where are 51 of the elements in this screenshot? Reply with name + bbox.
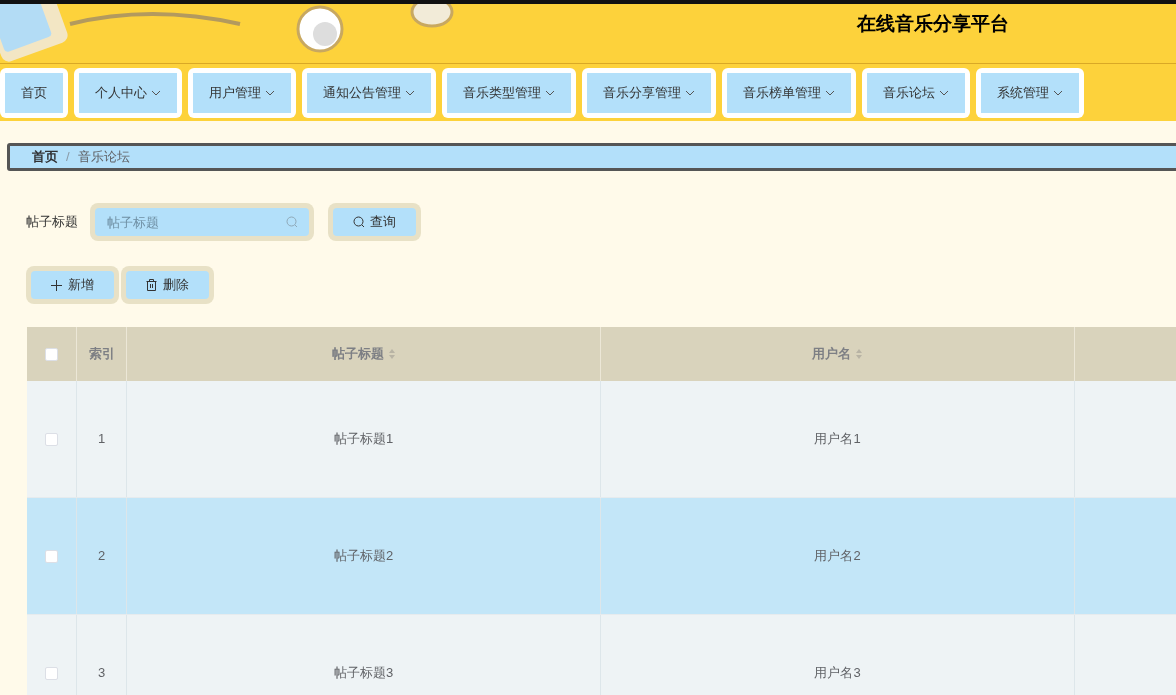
breadcrumb-item[interactable]: 首页 — [32, 147, 58, 167]
site-title: 在线音乐分享平台 — [857, 12, 1009, 36]
breadcrumb-separator: / — [66, 148, 70, 167]
table-cell-text: 帖子标题3 — [333, 664, 394, 683]
nav-item[interactable]: 系统管理 — [981, 72, 1079, 113]
checkbox[interactable] — [45, 432, 58, 446]
search-label: 帖子标题 — [26, 213, 78, 232]
table-cell-text: 用户名2 — [814, 547, 861, 566]
checkbox[interactable] — [45, 549, 58, 563]
chevron-down-icon — [151, 89, 161, 96]
nav-item[interactable]: 音乐榜单管理 — [727, 72, 851, 113]
nav-item[interactable]: 用户管理 — [193, 72, 291, 113]
search-icon — [286, 216, 298, 228]
plus-icon — [51, 279, 62, 291]
search-field[interactable]: 帖子标题 — [95, 208, 309, 236]
table-row[interactable]: 1 帖子标题1 用户名1 — [27, 381, 1176, 498]
nav-item[interactable]: 音乐分享管理 — [587, 72, 711, 113]
column-header: 帖子标题 — [331, 345, 384, 364]
query-button[interactable]: 查询 — [333, 208, 416, 236]
breadcrumb-item: 音乐论坛 — [77, 148, 130, 167]
column-header: 用户名 — [812, 345, 851, 364]
search-icon — [353, 216, 365, 228]
chevron-down-icon — [1053, 89, 1063, 96]
add-button[interactable]: 新增 — [31, 271, 114, 299]
column-header: 索引 — [88, 345, 115, 364]
nav-item[interactable]: 首页 — [5, 72, 63, 113]
table-cell-text: 帖子标题1 — [333, 430, 394, 449]
chevron-down-icon — [265, 89, 275, 96]
chevron-down-icon — [685, 89, 695, 96]
nav-item[interactable]: 通知公告管理 — [307, 72, 431, 113]
sort-icon[interactable] — [855, 348, 863, 360]
table-cell-text: 帖子标题2 — [333, 547, 394, 566]
nav-item[interactable]: 音乐类型管理 — [447, 72, 571, 113]
table-cell-text: 2 — [97, 547, 106, 566]
sort-icon[interactable] — [387, 348, 396, 360]
table-cell-text: 用户名1 — [814, 430, 861, 449]
table-row[interactable]: 2 帖子标题2 用户名2 — [27, 498, 1176, 615]
chevron-down-icon — [545, 89, 555, 96]
checkbox[interactable] — [45, 666, 58, 680]
trash-icon — [146, 279, 157, 291]
nav-item[interactable]: 个人中心 — [79, 72, 177, 113]
chevron-down-icon — [825, 89, 835, 96]
chevron-down-icon — [405, 89, 415, 96]
nav-item[interactable]: 音乐论坛 — [867, 72, 965, 113]
delete-button[interactable]: 删除 — [126, 271, 209, 299]
checkbox[interactable] — [45, 347, 58, 361]
table-row[interactable]: 3 帖子标题3 用户名3 — [27, 615, 1176, 695]
table-cell-text: 1 — [97, 430, 106, 449]
chevron-down-icon — [939, 89, 949, 96]
table-cell-text: 用户名3 — [814, 664, 861, 683]
table-cell-text: 3 — [97, 664, 106, 683]
